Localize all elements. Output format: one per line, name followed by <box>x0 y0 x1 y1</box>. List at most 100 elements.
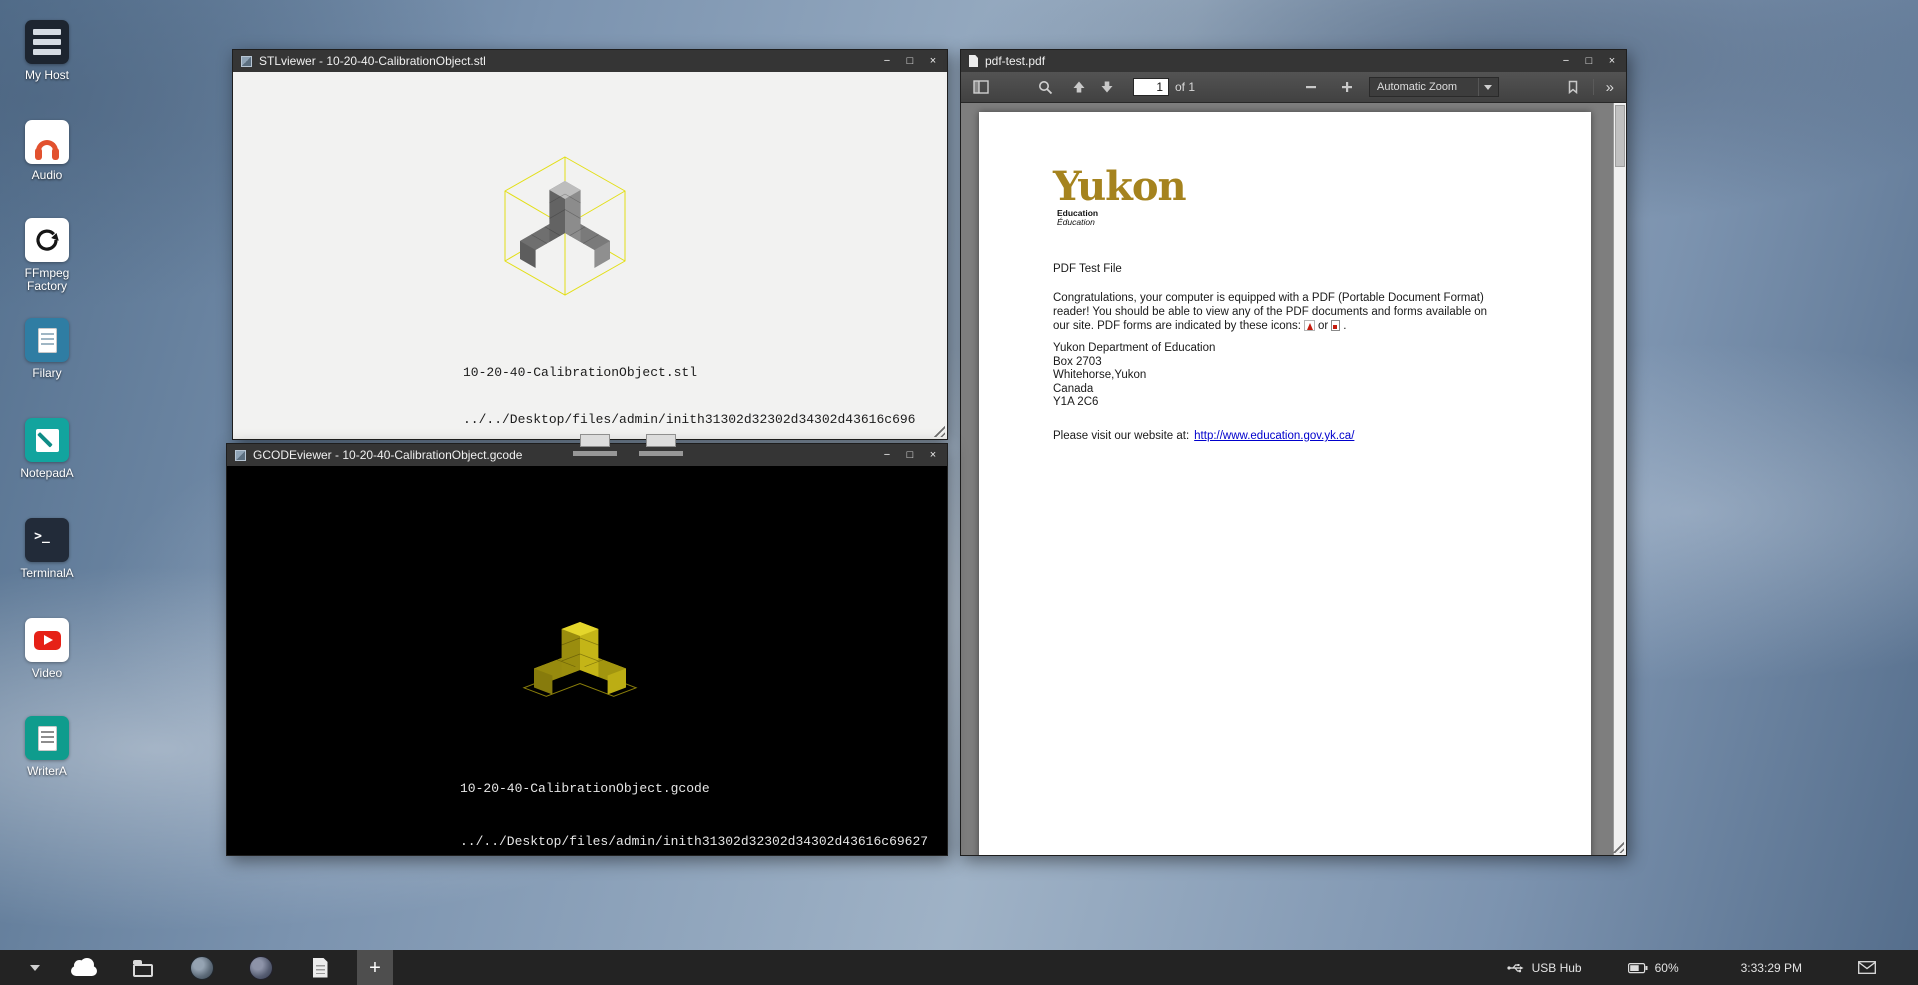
gcode-filename: 10-20-40-CalibrationObject.gcode <box>460 782 928 795</box>
pdf-window-title: pdf-test.pdf <box>985 54 1553 68</box>
document-icon <box>25 318 69 362</box>
clock: 3:33:29 PM <box>1741 961 1802 975</box>
usb-icon <box>1507 961 1525 975</box>
writer-document-icon <box>25 716 69 760</box>
bookmark-icon[interactable] <box>1561 75 1585 99</box>
yukon-logo-sub-fr: Éducation <box>1057 218 1186 227</box>
doc-address: Yukon Department of Education Box 2703 W… <box>1053 342 1215 410</box>
file-thumbnail <box>566 434 624 456</box>
minimize-button[interactable]: − <box>881 50 893 72</box>
more-tools-button[interactable]: » <box>1602 79 1618 96</box>
maximize-button[interactable]: □ <box>904 50 916 72</box>
desktop-icon-label: FFmpeg Factory <box>8 267 86 293</box>
maximize-button[interactable]: □ <box>1583 50 1595 72</box>
desktop-icon-writera[interactable]: WriterA <box>8 716 86 778</box>
desktop-icon-ffmpeg-factory[interactable]: FFmpeg Factory <box>8 218 86 293</box>
zoom-in-button[interactable] <box>1335 75 1359 99</box>
search-icon[interactable] <box>1033 75 1057 99</box>
scrollbar-track[interactable] <box>1613 103 1626 855</box>
my-host-icon <box>25 20 69 64</box>
stlviewer-window: STLviewer - 10-20-40-CalibrationObject.s… <box>232 49 948 440</box>
headphones-icon <box>25 120 69 164</box>
gcode-3d-viewport[interactable]: 10-20-40-CalibrationObject.gcode ../../D… <box>227 466 947 855</box>
taskbar: + USB Hub 6 <box>0 950 1918 985</box>
usb-hub-status: USB Hub <box>1507 961 1582 975</box>
gcode-app-icon <box>235 450 246 461</box>
stl-model-render <box>490 149 640 309</box>
taskbar-collapse-icon[interactable] <box>30 965 40 971</box>
toolbar-separator <box>1593 79 1594 95</box>
play-button-icon <box>25 618 69 662</box>
file-thumbnail <box>632 434 690 456</box>
page-count-label: of 1 <box>1175 80 1195 94</box>
resize-grip[interactable] <box>931 423 945 437</box>
cloud-icon[interactable] <box>62 950 106 985</box>
page-number-input[interactable] <box>1133 78 1169 96</box>
desktop-icon-filary[interactable]: Filary <box>8 318 86 380</box>
mail-button[interactable] <box>1858 961 1876 974</box>
envelope-icon <box>1858 961 1876 974</box>
desktop-icon-label: My Host <box>25 69 69 82</box>
website-link[interactable]: http://www.education.gov.yk.ca/ <box>1194 430 1354 442</box>
sidebar-toggle-button[interactable] <box>969 75 993 99</box>
zoom-out-button[interactable] <box>1299 75 1323 99</box>
desktop-icon-terminala[interactable]: >_ TerminalA <box>8 518 86 580</box>
add-button[interactable]: + <box>357 950 393 985</box>
zoom-dropdown-value: Automatic Zoom <box>1377 81 1478 93</box>
gcode-path-line1: ../../Desktop/files/admin/inith31302d323… <box>460 835 928 848</box>
pdf-toolbar: of 1 Automatic Zoom » <box>961 72 1626 103</box>
desktop-icon-video[interactable]: Video <box>8 618 86 680</box>
zoom-dropdown[interactable]: Automatic Zoom <box>1369 77 1499 97</box>
chevron-down-icon <box>1484 85 1492 90</box>
previous-page-button[interactable] <box>1067 75 1091 99</box>
pdf-app-icon <box>969 55 978 67</box>
close-button[interactable]: × <box>1606 50 1618 72</box>
stl-app-icon <box>241 56 252 67</box>
close-button[interactable]: × <box>927 50 939 72</box>
doc-heading: PDF Test File <box>1053 263 1122 275</box>
scrollbar-thumb[interactable] <box>1615 105 1625 167</box>
usb-hub-label: USB Hub <box>1532 961 1582 975</box>
notepad-pencil-icon <box>25 418 69 462</box>
pdf-document-icon[interactable] <box>298 950 342 985</box>
yukon-logo-word: Yukon <box>1053 168 1186 206</box>
minimize-button[interactable]: − <box>881 444 893 466</box>
desktop: My Host Audio FFmpeg Factory Filary Note… <box>0 0 1918 985</box>
circular-arrows-icon <box>25 218 69 262</box>
pdf-form-icon <box>1331 320 1340 331</box>
close-button[interactable]: × <box>927 444 939 466</box>
battery-status: 60% <box>1628 961 1679 975</box>
acrobat-pdf-icon <box>1304 320 1315 331</box>
stl-window-title: STLviewer - 10-20-40-CalibrationObject.s… <box>259 54 874 68</box>
desktop-icon-notepada[interactable]: NotepadA <box>8 418 86 480</box>
pdf-page: Yukon Education Éducation PDF Test File … <box>979 112 1591 855</box>
pdf-view-area[interactable]: Yukon Education Éducation PDF Test File … <box>961 103 1626 855</box>
desktop-icon-my-host[interactable]: My Host <box>8 20 86 82</box>
desktop-icon-label: Audio <box>32 169 63 182</box>
folder-icon[interactable] <box>121 950 165 985</box>
battery-percent-label: 60% <box>1655 961 1679 975</box>
doc-paragraph: Congratulations, your computer is equipp… <box>1053 291 1487 333</box>
desktop-icon-label: Video <box>32 667 62 680</box>
battery-icon <box>1628 962 1648 974</box>
terminal-prompt-icon: >_ <box>25 518 69 562</box>
desktop-icon-label: NotepadA <box>20 467 73 480</box>
next-page-button[interactable] <box>1095 75 1119 99</box>
round-app-icon-2[interactable] <box>239 950 283 985</box>
stl-3d-viewport[interactable]: 10-20-40-CalibrationObject.stl ../../Des… <box>233 72 947 439</box>
stl-titlebar[interactable]: STLviewer - 10-20-40-CalibrationObject.s… <box>233 50 947 72</box>
pdf-titlebar[interactable]: pdf-test.pdf − □ × <box>961 50 1626 72</box>
round-app-icon-1[interactable] <box>180 950 224 985</box>
yukon-logo: Yukon Education Éducation <box>1053 168 1186 227</box>
desktop-icon-audio[interactable]: Audio <box>8 120 86 182</box>
desktop-icon-label: TerminalA <box>20 567 73 580</box>
website-label: Please visit our website at: <box>1053 430 1189 442</box>
gcode-window-title: GCODEviewer - 10-20-40-CalibrationObject… <box>253 448 874 462</box>
minimize-button[interactable]: − <box>1560 50 1572 72</box>
doc-website-line: Please visit our website at: http://www.e… <box>1053 430 1354 442</box>
stl-filename: 10-20-40-CalibrationObject.stl <box>463 366 915 379</box>
zoom-dropdown-divider <box>1478 78 1479 96</box>
desktop-icon-label: Filary <box>32 367 61 380</box>
maximize-button[interactable]: □ <box>904 444 916 466</box>
gcodeviewer-window: GCODEviewer - 10-20-40-CalibrationObject… <box>226 443 948 856</box>
